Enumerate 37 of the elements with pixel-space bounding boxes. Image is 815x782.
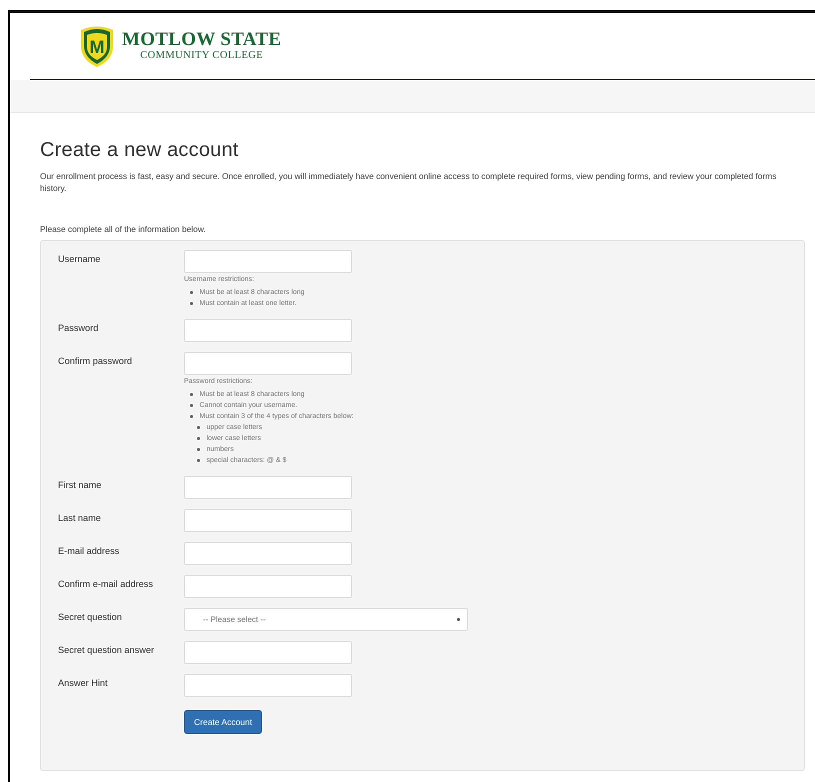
field-label: Secret question answer [58, 644, 154, 655]
college-name: MOTLOW STATE [122, 30, 282, 50]
field-label: Answer Hint [58, 677, 108, 688]
field-label: Last name [58, 512, 101, 523]
create-account-button[interactable]: Create Account [184, 710, 262, 734]
bullet-icon [197, 448, 200, 451]
intro-paragraph: Our enrollment process is fast, easy and secure. Once enrolled, you will immediately have convenient online access to complete required forms, view pending forms, and review your completed forms history. [40, 170, 778, 194]
field-label: E-mail address [58, 545, 120, 556]
bullet-icon [190, 393, 192, 396]
bullet-icon [190, 291, 192, 294]
instruction-text: Please complete all of the information below. [40, 224, 206, 234]
field-label: Username [58, 253, 100, 264]
input-field[interactable] [184, 352, 352, 375]
bullet-icon [190, 302, 192, 305]
bullet-icon [197, 459, 200, 462]
input-field[interactable] [184, 641, 352, 664]
input-field[interactable] [184, 542, 352, 565]
college-subtitle: COMMUNITY COLLEGE [140, 50, 264, 62]
page-title: Create a new account [40, 139, 240, 162]
select-field[interactable]: -- Please select -- [184, 608, 468, 631]
input-field[interactable] [184, 674, 352, 697]
bullet-icon [197, 437, 200, 440]
field-label: Confirm e-mail address [58, 578, 153, 589]
input-field[interactable] [184, 476, 352, 499]
input-field[interactable] [184, 319, 352, 342]
field-label: Secret question [58, 611, 122, 622]
field-label: Confirm password [58, 355, 132, 366]
field-label: First name [58, 479, 102, 490]
bullet-icon [190, 404, 192, 407]
field-label: Password [58, 322, 98, 333]
caret-icon [457, 618, 460, 621]
bullet-icon [190, 415, 192, 418]
input-field[interactable] [184, 509, 352, 532]
input-field[interactable] [184, 575, 352, 598]
bullet-icon [197, 426, 200, 429]
shield-logo: M [78, 24, 116, 68]
input-field[interactable] [184, 250, 352, 273]
